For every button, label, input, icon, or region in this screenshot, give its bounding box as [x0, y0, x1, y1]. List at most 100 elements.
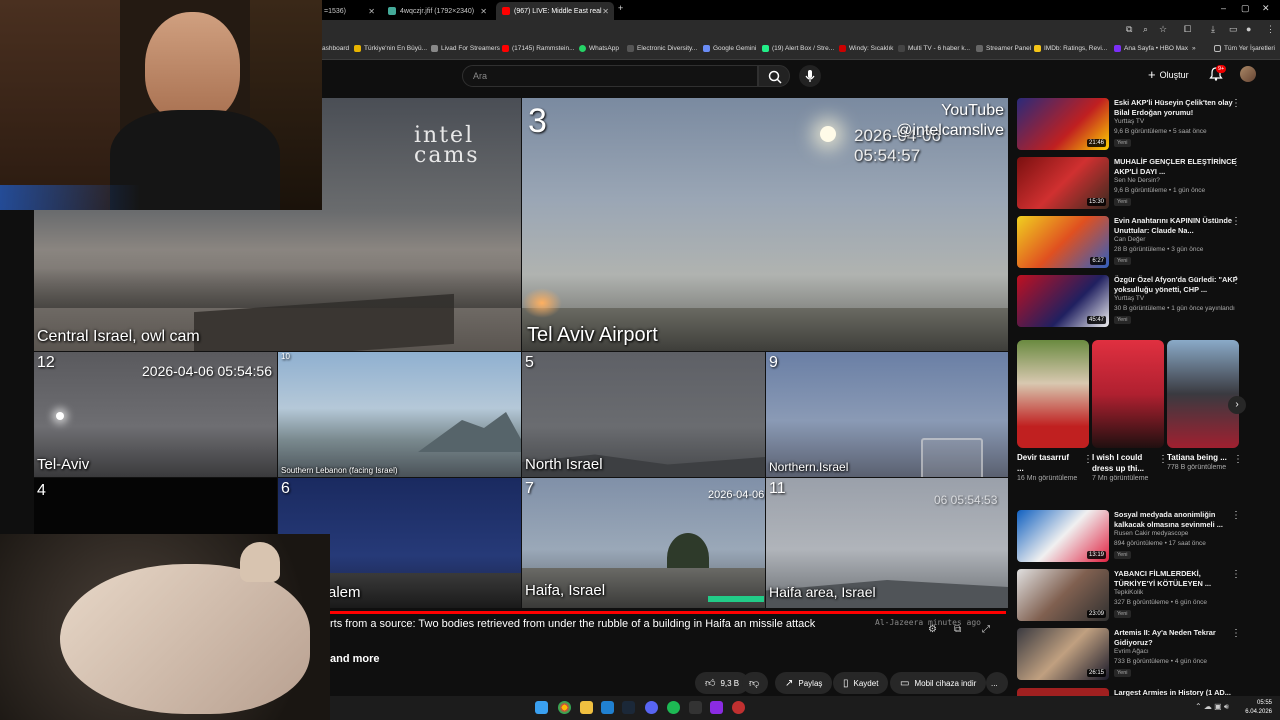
extensions-icon[interactable]: ⧠: [1184, 24, 1191, 35]
video-thumbnail[interactable]: 13:19: [1017, 510, 1109, 562]
video-thumbnail[interactable]: 26:15: [1017, 628, 1109, 680]
browser-tab[interactable]: 4wqczjr.jfif (1792×2340) ✕: [382, 2, 492, 20]
more-options-icon[interactable]: ⋮: [1231, 628, 1241, 639]
video-title[interactable]: Evin Anahtarını KAPININ Üstünde Unuttula…: [1114, 216, 1239, 235]
search-input[interactable]: Ara: [462, 65, 758, 87]
browser-tab-active[interactable]: (967) LIVE: Middle East real ✕: [496, 2, 614, 20]
more-options-icon[interactable]: ⋮: [1233, 454, 1243, 465]
more-options-icon[interactable]: ⋮: [1231, 510, 1241, 521]
minimize-icon[interactable]: –: [1221, 3, 1226, 13]
share-button[interactable]: ↗ Paylaş: [775, 672, 833, 694]
bookmark-item[interactable]: WhatsApp: [579, 45, 619, 52]
short-title[interactable]: Devir tasarruf ...: [1017, 452, 1077, 474]
bookmarks-overflow[interactable]: »: [1192, 45, 1196, 52]
video-thumbnail[interactable]: 15:30: [1017, 157, 1109, 209]
more-options-icon[interactable]: ⋮: [1231, 98, 1241, 109]
channel-name[interactable]: Can Değer: [1114, 236, 1145, 243]
system-clock[interactable]: 05:55 6.04.2026: [1245, 699, 1272, 717]
video-title[interactable]: Largest Armies in History (1 AD...: [1114, 688, 1239, 696]
bookmark-item[interactable]: Electronic Diversity...: [627, 45, 697, 52]
video-title[interactable]: Sosyal medyada anonimliğin kalkacak olma…: [1114, 510, 1239, 529]
spotify-icon[interactable]: [667, 701, 680, 714]
save-button[interactable]: ▯ Kaydet: [833, 672, 889, 694]
zoom-icon[interactable]: ⌕: [1143, 24, 1148, 35]
channel-name[interactable]: Yurttaş TV: [1114, 295, 1144, 302]
download-icon[interactable]: ⤓: [1211, 24, 1215, 35]
voice-search-button[interactable]: [799, 65, 821, 87]
description-more[interactable]: and more: [330, 653, 380, 665]
discord-icon[interactable]: [645, 701, 658, 714]
window-close-icon[interactable]: ✕: [1262, 3, 1270, 14]
short-title[interactable]: Tatiana being ...: [1167, 452, 1227, 463]
browser-tab[interactable]: =1536) ✕: [318, 2, 380, 20]
bookmark-item[interactable]: Türkiye'nin En Büyü...: [354, 45, 427, 52]
epic-icon[interactable]: [689, 701, 702, 714]
video-thumbnail[interactable]: 6:27: [1017, 216, 1109, 268]
tray-icons[interactable]: ⌃ ☁ ▣ 🔊︎: [1195, 702, 1229, 712]
short-item[interactable]: I wish I could dress up thi... 7 Mn görü…: [1092, 340, 1168, 484]
bookmark-item[interactable]: Livad For Streamers: [431, 45, 500, 52]
recommendation-item[interactable]: 15:30 MUHALİF GENÇLER ELEŞTİRİNCE AKP'Lİ…: [1017, 157, 1257, 211]
bookmark-item[interactable]: IMDb: Ratings, Revi...: [1034, 45, 1107, 52]
video-thumbnail[interactable]: 45:47: [1017, 275, 1109, 327]
more-actions-button[interactable]: ...: [986, 672, 1008, 694]
miniplayer-icon[interactable]: ⧉: [954, 624, 961, 635]
bookmark-item[interactable]: Windy: Sıcaklık: [839, 45, 893, 52]
obs-icon[interactable]: [732, 701, 745, 714]
short-thumbnail[interactable]: [1017, 340, 1089, 448]
channel-name[interactable]: Yurttaş TV: [1114, 118, 1144, 125]
recommendation-item[interactable]: 23:09 YABANCI FİLMLERDEKİ, TÜRKİYE'Yİ KÖ…: [1017, 569, 1257, 623]
short-thumbnail[interactable]: [1167, 340, 1239, 448]
settings-icon[interactable]: ⚙: [928, 624, 937, 635]
avatar[interactable]: [1240, 66, 1256, 82]
recommendation-item[interactable]: Largest Armies in History (1 AD...: [1017, 688, 1257, 696]
more-options-icon[interactable]: ⋮: [1231, 216, 1241, 227]
video-thumbnail[interactable]: [1017, 688, 1109, 696]
recommendation-item[interactable]: 13:19 Sosyal medyada anonimliğin kalkaca…: [1017, 510, 1257, 564]
recommendation-item[interactable]: 45:47 Özgür Özel Afyon'da Gürledi: "AKP …: [1017, 275, 1257, 329]
edge-icon[interactable]: [601, 701, 614, 714]
close-icon[interactable]: ✕: [480, 7, 487, 16]
folder-icon[interactable]: [580, 701, 593, 714]
channel-name[interactable]: Rusen Cakir medyascope: [1114, 530, 1188, 537]
start-icon[interactable]: [535, 701, 548, 714]
video-thumbnail[interactable]: 23:09: [1017, 569, 1109, 621]
fullscreen-icon[interactable]: ⤢: [982, 624, 990, 635]
download-button[interactable]: ▭ Mobil cihaza indir: [890, 672, 987, 694]
dislike-button[interactable]: 👎︎: [742, 672, 768, 694]
short-thumbnail[interactable]: [1092, 340, 1164, 448]
chevron-right-icon[interactable]: ›: [1228, 396, 1246, 414]
channel-name[interactable]: Sen Ne Dersin?: [1114, 177, 1160, 184]
window-icon[interactable]: ▭: [1229, 24, 1238, 35]
video-title[interactable]: Eski AKP'li Hüseyin Çelik'ten olay Bilal…: [1114, 98, 1239, 117]
channel-name[interactable]: TepkiKolik: [1114, 589, 1143, 596]
twitch-icon[interactable]: [710, 701, 723, 714]
video-title[interactable]: MUHALİF GENÇLER ELEŞTİRİNCE AKP'Lİ DAYI …: [1114, 157, 1239, 176]
steam-icon[interactable]: [622, 701, 635, 714]
bookmark-item[interactable]: Google Gemini: [703, 45, 756, 52]
channel-name[interactable]: Evrim Ağacı: [1114, 648, 1149, 655]
menu-icon[interactable]: ⋮: [1266, 24, 1275, 35]
create-button[interactable]: + Oluştur: [1148, 67, 1189, 82]
profile-icon[interactable]: ●: [1246, 24, 1251, 34]
bookmark-item[interactable]: (19) Alert Box / Stre...: [762, 45, 834, 52]
maximize-icon[interactable]: ▢: [1241, 3, 1250, 14]
recommendation-item[interactable]: 6:27 Evin Anahtarını KAPININ Üstünde Unu…: [1017, 216, 1257, 270]
video-title[interactable]: Artemis II: Ay'a Neden Tekrar Gidiyoruz?: [1114, 628, 1239, 647]
more-options-icon[interactable]: ⋮: [1231, 157, 1241, 168]
more-options-icon[interactable]: ⋮: [1231, 275, 1241, 286]
video-title[interactable]: YABANCI FİLMLERDEKİ, TÜRKİYE'Yİ KÖTÜLEYE…: [1114, 569, 1239, 588]
video-thumbnail[interactable]: 21:46: [1017, 98, 1109, 150]
new-tab-icon[interactable]: +: [618, 3, 623, 13]
recommendation-item[interactable]: 21:46 Eski AKP'li Hüseyin Çelik'ten olay…: [1017, 98, 1257, 152]
bookmark-item[interactable]: Streamer Panel: [976, 45, 1031, 52]
short-item[interactable]: Devir tasarruf ... 16 Mn görüntüleme ⋮: [1017, 340, 1093, 484]
close-icon[interactable]: ✕: [368, 7, 375, 16]
star-icon[interactable]: ☆: [1159, 24, 1167, 35]
video-title[interactable]: Özgür Özel Afyon'da Gürledi: "AKP yoksul…: [1114, 275, 1239, 294]
more-options-icon[interactable]: ⋮: [1231, 569, 1241, 580]
bookmark-item[interactable]: ashboard: [322, 45, 349, 52]
progress-bar[interactable]: [330, 611, 1006, 614]
install-icon[interactable]: ⧉: [1126, 24, 1132, 35]
recommendation-item[interactable]: 26:15 Artemis II: Ay'a Neden Tekrar Gidi…: [1017, 628, 1257, 682]
